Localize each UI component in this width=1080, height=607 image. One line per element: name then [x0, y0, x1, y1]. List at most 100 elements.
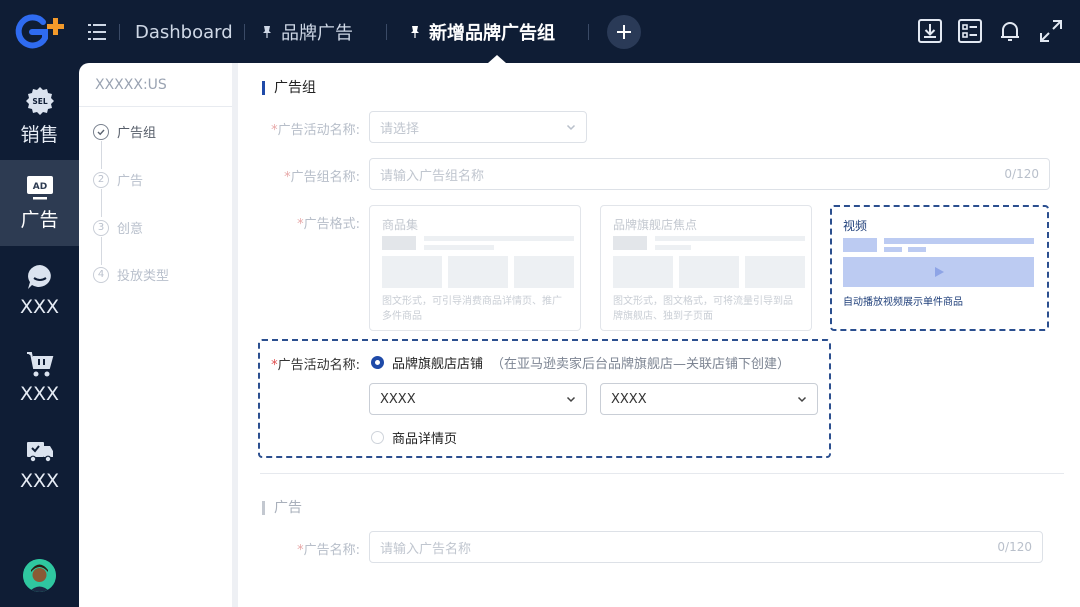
bell-icon[interactable] [997, 18, 1023, 44]
rail-item-sales[interactable]: SEL 销售 [0, 73, 79, 159]
radio-selected-icon [371, 356, 384, 369]
step-label: 广告 [117, 174, 144, 189]
chevron-down-icon [797, 396, 807, 403]
placeholder-block [424, 236, 574, 241]
step-ad[interactable]: 2 广告 [93, 170, 143, 189]
step-number: 4 [93, 266, 109, 283]
radio-label: 商品详情页 [392, 432, 458, 447]
radio-brand-store[interactable]: 品牌旗舰店店铺 （在亚马逊卖家后台品牌旗舰店—关联店铺下创建） [371, 353, 790, 372]
step-ad-group[interactable]: 广告组 [93, 122, 156, 141]
placeholder-block [448, 256, 508, 288]
svg-text:SEL: SEL [32, 97, 48, 106]
ad-name-placeholder: 请输入广告名称 [380, 541, 472, 557]
placeholder-block [908, 247, 926, 252]
placeholder-block [514, 256, 574, 288]
char-counter: 0/120 [1004, 167, 1039, 181]
step-label: 投放类型 [117, 269, 170, 284]
download-icon[interactable] [917, 18, 943, 44]
tab-label: 品牌广告 [281, 23, 353, 44]
format-card-title: 品牌旗舰店焦点 [613, 218, 698, 232]
placeholder-block [655, 236, 805, 241]
tab-divider [119, 24, 120, 40]
tab-new-ad-group[interactable]: 新增品牌广告组 [409, 19, 555, 45]
char-counter: 0/120 [997, 540, 1032, 554]
menu-toggle-icon[interactable] [86, 21, 108, 43]
placeholder-block [382, 256, 442, 288]
tab-label: Dashboard [135, 21, 233, 43]
rail-label: 广告 [20, 208, 59, 231]
rail-item-messages[interactable]: XXX [0, 247, 79, 333]
active-tab-indicator [488, 55, 506, 63]
ad-group-section-title: 广告组 [262, 81, 316, 95]
checklist-icon[interactable] [957, 18, 983, 44]
store-select-value: XXXX [611, 391, 647, 407]
placeholder-block [424, 245, 494, 250]
app-logo-icon[interactable] [10, 14, 68, 50]
format-card-title: 视频 [843, 219, 868, 233]
top-bar: Dashboard 品牌广告 新增品牌广告组 [0, 0, 1080, 63]
step-number: 2 [93, 171, 109, 188]
step-targeting[interactable]: 4 投放类型 [93, 265, 169, 284]
tab-label: 新增品牌广告组 [429, 23, 555, 44]
step-number: 3 [93, 219, 109, 236]
ad-name-label: *广告名称: [297, 543, 360, 558]
campaign-select[interactable]: 请选择 [369, 111, 587, 143]
step-label: 创意 [117, 222, 144, 237]
rail-item-orders[interactable]: XXX [0, 334, 79, 420]
campaign-select-placeholder: 请选择 [380, 121, 420, 137]
rail-item-logistics[interactable]: XXX [0, 421, 79, 507]
format-card-video[interactable]: 视频 自动播放视频展示单件商品 [830, 205, 1049, 331]
format-card-desc: 自动播放视频展示单件商品 [843, 297, 963, 308]
left-rail: SEL 销售 AD 广告 XXX XXX XXX [0, 63, 79, 607]
delivery-truck-icon [26, 442, 53, 463]
placeholder-block [382, 236, 416, 250]
step-connector [101, 237, 102, 265]
ad-name-input[interactable]: 请输入广告名称 0/120 [369, 531, 1043, 563]
radio-product-detail[interactable]: 商品详情页 [371, 428, 457, 447]
placeholder-block [613, 256, 673, 288]
svg-text:AD: AD [32, 182, 46, 192]
tab-divider [386, 24, 387, 40]
pin-icon[interactable] [409, 25, 421, 39]
format-card-store-spotlight[interactable]: 品牌旗舰店焦点 图文形式，图文格式，可将流量引导到品牌旗舰店、独到子页面 [600, 205, 812, 331]
radio-label: 品牌旗舰店店铺 [392, 357, 484, 372]
fullscreen-icon[interactable] [1038, 18, 1064, 44]
placeholder-block [679, 256, 739, 288]
placeholder-block [843, 238, 877, 252]
radio-hint: （在亚马逊卖家后台品牌旗舰店—关联店铺下创建） [491, 357, 791, 372]
steps-separator [79, 106, 232, 107]
tab-dashboard[interactable]: Dashboard [135, 19, 233, 45]
pin-icon[interactable] [261, 25, 273, 39]
chevron-down-icon [566, 396, 576, 403]
shopping-cart-icon [26, 352, 53, 377]
format-card-product-collection[interactable]: 商品集 图文形式，可引导消费商品详情页、推广多件商品 [369, 205, 581, 331]
format-label: *广告格式: [297, 217, 360, 232]
step-label: 广告组 [117, 126, 157, 141]
rail-label: 销售 [20, 123, 59, 146]
placeholder-block [613, 236, 647, 250]
plus-icon [617, 25, 631, 39]
tab-brand-ads[interactable]: 品牌广告 [261, 19, 353, 45]
format-card-title: 商品集 [382, 218, 419, 232]
step-creative[interactable]: 3 创意 [93, 218, 143, 237]
ad-section-title: 广告 [262, 501, 302, 515]
store-select-2[interactable]: XXXX [600, 383, 818, 415]
user-avatar[interactable] [23, 559, 56, 592]
group-name-input[interactable]: 请输入广告组名称 0/120 [369, 158, 1050, 190]
step-check-icon [93, 123, 109, 140]
tab-divider [588, 24, 589, 40]
rail-label: XXX [19, 383, 60, 405]
format-card-desc: 图文形式，图文格式，可将流量引导到品牌旗舰店、独到子页面 [613, 296, 793, 322]
rail-item-ads[interactable]: AD 广告 [0, 160, 79, 246]
ad-badge-icon: AD [26, 175, 53, 199]
store-select-1[interactable]: XXXX [369, 383, 587, 415]
placeholder-block [884, 238, 1034, 244]
play-icon [935, 267, 944, 277]
sales-badge-icon: SEL [25, 86, 54, 115]
placeholder-block [655, 245, 691, 250]
add-tab-button[interactable] [607, 15, 641, 49]
chat-bubble-icon [27, 265, 51, 289]
avatar-icon [23, 559, 56, 592]
step-connector [101, 141, 102, 169]
main-form: 广告组 *广告活动名称: 请选择 *广告组名称: 请输入广告组名称 0/120 … [238, 63, 1080, 607]
